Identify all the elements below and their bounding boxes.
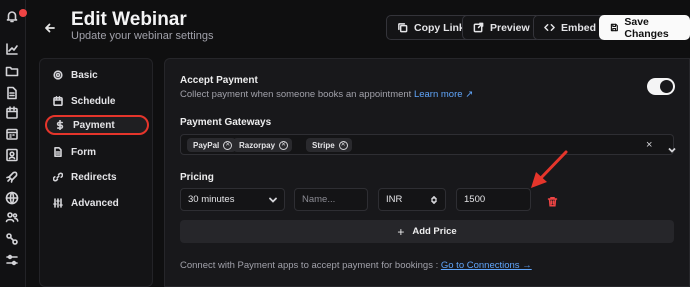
external-link-icon: ↗ [465,89,474,100]
nav-item-advanced[interactable]: Advanced [45,193,149,213]
nav-item-label: Redirects [71,171,117,183]
icon-rail [0,0,27,287]
settings-sliders-icon[interactable] [5,253,19,267]
connections-note-text: Connect with Payment apps to accept paym… [180,260,439,271]
embed-label: Embed [561,21,597,34]
gateway-chip-stripe: Stripe ✕ [306,138,352,152]
clock-calendar-icon[interactable] [5,106,19,120]
remove-chip-icon[interactable]: ✕ [223,140,233,150]
remove-chip-icon[interactable]: ✕ [338,140,348,150]
payment-settings-panel: Accept Payment Collect payment when some… [164,58,690,287]
preview-button[interactable]: Preview [462,15,541,40]
duration-select[interactable]: 30 minutes [180,188,285,211]
amount-input[interactable]: 1500 [456,188,531,211]
page-subtitle: Update your webinar settings [71,30,214,42]
chevron-updown-icon [431,196,437,204]
gateway-chip-paypal: PayPal ✕ [187,138,237,152]
embed-button[interactable]: Embed [533,15,608,40]
go-to-connections-link[interactable]: Go to Connections → [441,260,532,271]
connections-note: Connect with Payment apps to accept paym… [180,260,532,271]
amount-value: 1500 [464,194,486,205]
save-icon [610,23,618,32]
trash-icon[interactable] [547,194,558,207]
settings-nav: Basic Schedule Payment Form Redirects Ad… [39,58,153,287]
nav-item-basic[interactable]: Basic [45,65,149,85]
notification-badge [19,9,27,17]
currency-value: INR [386,194,403,205]
price-name-placeholder: Name... [302,194,336,205]
gateway-chip-label: Stripe [312,140,335,150]
price-name-input[interactable]: Name... [294,188,368,211]
gear-icon [53,70,63,80]
folder-icon[interactable] [5,64,19,78]
nav-item-schedule[interactable]: Schedule [45,91,149,111]
gateway-chip-label: PayPal [193,140,220,150]
add-price-button[interactable]: + Add Price [180,220,674,243]
nav-item-form[interactable]: Form [45,142,149,162]
calendar-icon[interactable] [5,127,19,141]
document-icon [54,147,62,157]
link-icon [53,172,63,182]
external-link-icon [473,22,484,33]
save-changes-label: Save Changes [624,15,669,40]
contact-icon[interactable] [5,148,19,162]
dollar-icon [56,120,64,130]
copy-link-label: Copy Link [414,21,465,34]
globe-icon[interactable] [5,191,19,205]
code-icon [544,24,555,31]
integrations-icon[interactable] [5,232,19,246]
chevron-down-icon[interactable] [668,141,676,159]
nav-item-label: Advanced [71,197,119,209]
nav-item-redirects[interactable]: Redirects [45,167,149,187]
preview-label: Preview [490,21,530,34]
nav-item-label: Payment [73,119,115,131]
accept-payment-description: Collect payment when someone books an ap… [180,89,473,100]
add-price-label: Add Price [412,226,457,237]
learn-more-label: Learn more [413,89,463,100]
clear-gateways-icon[interactable]: × [646,139,652,151]
remove-chip-icon[interactable]: ✕ [279,140,289,150]
calendar-icon [53,96,63,106]
plus-icon: + [397,224,405,239]
gateway-chip-label: Razorpay [239,140,276,150]
sliders-icon [53,198,63,208]
file-icon[interactable] [5,86,19,100]
page-title: Edit Webinar [71,9,187,30]
gateway-chip-razorpay: Razorpay ✕ [233,138,293,152]
accept-payment-toggle[interactable] [647,78,675,95]
bell-icon[interactable] [5,9,19,23]
users-icon[interactable] [5,210,19,224]
copy-icon [398,23,408,33]
toggle-knob [660,80,673,93]
save-changes-button[interactable]: Save Changes [599,15,690,40]
nav-item-payment[interactable]: Payment [45,115,149,135]
learn-more-link[interactable]: Learn more ↗ [414,89,473,100]
duration-value: 30 minutes [188,194,235,205]
rocket-icon[interactable] [5,170,19,184]
nav-item-label: Schedule [71,95,116,107]
nav-item-label: Basic [71,69,98,81]
payment-gateways-title: Payment Gateways [180,117,272,128]
pricing-title: Pricing [180,172,214,183]
chart-icon[interactable] [5,42,19,56]
accept-payment-text: Collect payment when someone books an ap… [180,89,412,100]
accept-payment-title: Accept Payment [180,75,258,86]
currency-select[interactable]: INR [378,188,446,211]
back-arrow-icon[interactable] [44,21,56,33]
payment-gateways-select[interactable]: PayPal ✕ Razorpay ✕ Stripe ✕ × [180,134,676,155]
nav-item-label: Form [71,146,96,158]
chevron-down-icon [269,197,277,203]
